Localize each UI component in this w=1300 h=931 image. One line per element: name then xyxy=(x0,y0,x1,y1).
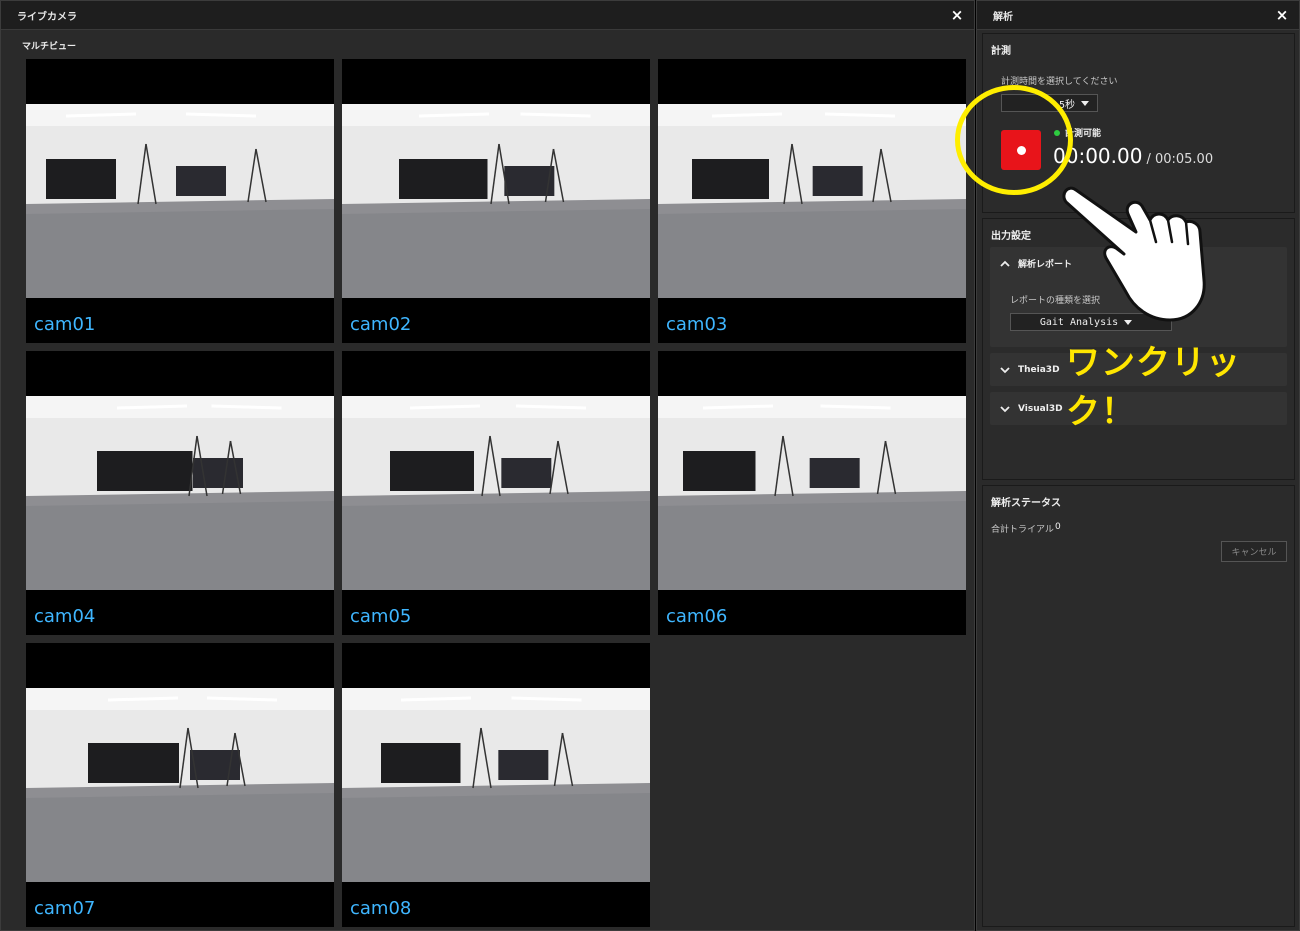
camera-label: cam05 xyxy=(350,606,412,627)
analysis-close-button[interactable]: × xyxy=(1273,6,1291,24)
camera-tile-cam01[interactable]: cam01 xyxy=(26,59,334,343)
camera-feed xyxy=(658,396,966,590)
cancel-button[interactable]: キャンセル xyxy=(1221,541,1287,562)
camera-tile-cam05[interactable]: cam05 xyxy=(342,351,650,635)
chevron-down-icon xyxy=(1081,100,1089,106)
camera-label: cam02 xyxy=(350,314,412,335)
camera-feed xyxy=(342,104,650,298)
camera-label: cam04 xyxy=(34,606,96,627)
total-trials-value: 0 xyxy=(1055,522,1061,532)
annotation-text: ワンクリック！ xyxy=(1066,343,1241,432)
camera-tile-cam08[interactable]: cam08 xyxy=(342,643,650,927)
camera-label: cam03 xyxy=(666,314,728,335)
camera-tile-cam04[interactable]: cam04 xyxy=(26,351,334,635)
camera-label: cam01 xyxy=(34,314,96,335)
camera-feed xyxy=(342,396,650,590)
chevron-up-icon xyxy=(1000,260,1010,267)
total-trials-label: 合計トライアル xyxy=(991,525,1054,535)
pointing-hand-icon xyxy=(1062,186,1206,322)
output-settings-title: 出力設定 xyxy=(991,231,1031,242)
theia3d-label: Theia3D xyxy=(1018,364,1060,375)
camera-label: cam06 xyxy=(666,606,728,627)
camera-tile-cam02[interactable]: cam02 xyxy=(342,59,650,343)
timer-total: / 00:05.00 xyxy=(1146,152,1214,167)
camera-feed xyxy=(658,104,966,298)
measurement-title: 計測 xyxy=(991,46,1011,57)
camera-feed xyxy=(26,396,334,590)
live-camera-close-button[interactable]: × xyxy=(948,6,966,24)
analysis-title: 解析 xyxy=(993,11,1013,23)
visual3d-accordion-header[interactable]: Visual3D xyxy=(1000,392,1063,425)
visual3d-label: Visual3D xyxy=(1018,403,1063,414)
highlight-circle xyxy=(955,85,1073,195)
analysis-status-title: 解析ステータス xyxy=(991,498,1061,509)
camera-label: cam07 xyxy=(34,898,96,919)
live-camera-title: ライブカメラ xyxy=(17,11,77,23)
camera-tile-cam03[interactable]: cam03 xyxy=(658,59,966,343)
camera-feed xyxy=(342,688,650,882)
theia3d-accordion-header[interactable]: Theia3D xyxy=(1000,353,1060,386)
camera-feed xyxy=(26,688,334,882)
camera-grid: cam01 cam02 cam03 cam04 cam05 cam06 cam07 cam08 xyxy=(26,59,968,928)
camera-label: cam08 xyxy=(350,898,412,919)
chevron-down-icon xyxy=(1000,405,1010,412)
camera-tile-cam06[interactable]: cam06 xyxy=(658,351,966,635)
multiview-label: マルチビュー xyxy=(22,42,77,52)
timer-readout: 00:00.00 / 00:05.00 xyxy=(1053,144,1213,168)
camera-feed xyxy=(26,104,334,298)
camera-tile-cam07[interactable]: cam07 xyxy=(26,643,334,927)
chevron-down-icon xyxy=(1000,366,1010,373)
live-camera-panel: ライブカメラ × マルチビュー cam01 cam02 cam03 cam04 cam0… xyxy=(0,0,975,931)
live-camera-header: ライブカメラ × xyxy=(1,1,974,30)
analysis-header: 解析 × xyxy=(977,1,1299,30)
